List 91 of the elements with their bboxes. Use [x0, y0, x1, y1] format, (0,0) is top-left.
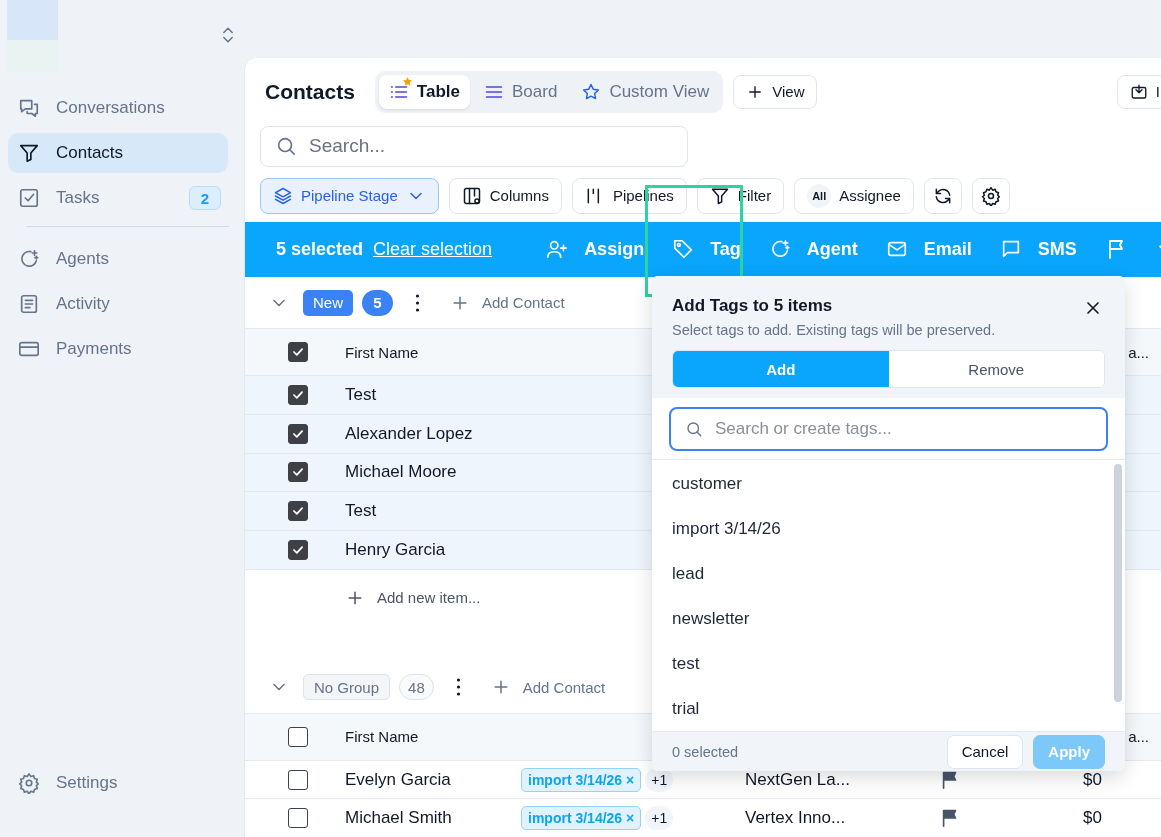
document-icon [18, 293, 40, 315]
more-count: +1 [645, 806, 674, 831]
settings-icon [980, 185, 1001, 206]
checkbox[interactable] [288, 808, 308, 829]
tag-option[interactable]: lead [652, 551, 1111, 596]
nav-item[interactable]: Tasks 2 [8, 178, 228, 218]
checkbox[interactable] [288, 385, 308, 406]
chat-icon [18, 97, 40, 119]
tag-option[interactable]: customer [652, 461, 1111, 506]
settings-button[interactable] [971, 177, 1010, 214]
group-label: No Group [303, 674, 391, 701]
more-icon[interactable] [455, 678, 461, 697]
tag-option[interactable]: import 3/14/26 [652, 506, 1111, 551]
checkbox[interactable] [288, 769, 308, 790]
search-icon [685, 420, 703, 438]
import-icon [1129, 82, 1148, 101]
group-count: 48 [399, 674, 434, 701]
tag-icon [672, 238, 695, 261]
settings-icon [18, 772, 40, 794]
tag-option[interactable]: trial [652, 686, 1111, 731]
funnel-icon [18, 142, 40, 164]
mode-tab[interactable]: Add [673, 351, 889, 387]
nav-item[interactable]: Contacts [8, 133, 228, 173]
search-icon [275, 135, 297, 158]
nav-item[interactable]: Activity [8, 284, 228, 324]
clear-selection-link[interactable]: Clear selection [373, 238, 493, 260]
page-title: Contacts [265, 79, 355, 104]
user-plus-icon [546, 238, 569, 261]
checkbox[interactable] [288, 423, 308, 444]
import-button[interactable]: I [1116, 74, 1161, 109]
checkbox[interactable] [288, 501, 308, 522]
tag-option[interactable]: newsletter [652, 596, 1111, 641]
table-cell-text: Evelyn Garcia [345, 769, 452, 790]
count-badge: 2 [189, 186, 221, 210]
layers-icon [273, 185, 293, 206]
column-header: First Name [345, 343, 420, 361]
tag-search-input[interactable]: Search or create tags... [713, 408, 1092, 450]
view-tab[interactable]: Custom View [571, 74, 720, 109]
table-cell-text: NextGen La... [745, 769, 851, 790]
column-header: First Name [345, 728, 420, 746]
nav-item[interactable]: Agents [8, 239, 228, 279]
table-cell-text: Alexander Lopez [345, 423, 474, 444]
table-cell: $0 [1083, 769, 1102, 790]
action-button[interactable]: Agent [754, 229, 872, 270]
checkbox-icon [18, 187, 40, 209]
add-contact-button[interactable]: Add Contact [442, 286, 573, 319]
popover-title: Add Tags to 5 items [672, 296, 834, 316]
more-icon[interactable] [415, 293, 420, 312]
selected-count: 0 selected [672, 743, 739, 760]
toolbar-button[interactable]: Columns [448, 177, 562, 214]
popover-subtitle: Select tags to add. Existing tags will be preserved. [672, 322, 997, 338]
table-cell-text: Michael Moore [345, 462, 458, 483]
table-cell: $0 [1083, 808, 1102, 829]
view-tab[interactable]: Table [378, 74, 470, 109]
nav-item[interactable]: Settings [8, 763, 228, 803]
dropdown-button[interactable]: Pipeline Stage [260, 177, 439, 214]
nav-item[interactable]: Payments [8, 329, 228, 369]
table-cell-text: Vertex Inno... [745, 808, 847, 829]
star-icon [581, 81, 602, 102]
add-view-button[interactable]: View [733, 74, 818, 109]
table-cell-text: Henry Garcia [345, 539, 447, 560]
selection-count: 5 selected [276, 238, 364, 260]
sparkle-icon [18, 248, 40, 270]
cancel-button[interactable]: Cancel [946, 734, 1024, 769]
refresh-button[interactable] [923, 177, 962, 214]
action-button[interactable]: SMS [985, 229, 1091, 270]
checkbox[interactable] [288, 539, 308, 560]
column-header: a... [1128, 343, 1149, 361]
table-cell-text: Michael Smith [345, 808, 453, 829]
action-button[interactable]: Assign [532, 229, 659, 270]
checkbox[interactable] [288, 726, 308, 747]
action-button[interactable]: Email [871, 229, 986, 270]
group-count: 5 [362, 289, 393, 316]
nav-item[interactable]: Conversations [8, 88, 228, 128]
column-header: a... [1128, 728, 1149, 746]
checkbox[interactable] [288, 462, 308, 483]
add-contact-button[interactable]: Add Contact [482, 671, 614, 704]
table-cell-text: Test [345, 385, 378, 406]
checkbox[interactable] [288, 342, 308, 363]
add-item-button[interactable]: Add new item... [345, 588, 481, 608]
avatar: All [807, 183, 832, 208]
star-badge-icon [401, 75, 413, 87]
tag-option[interactable]: test [652, 641, 1111, 686]
scrollbar[interactable] [1114, 464, 1122, 702]
tag-search-field[interactable]: Search or create tags... [669, 407, 1108, 451]
assignee-button[interactable]: All Assignee [794, 177, 914, 214]
view-tab[interactable]: Board [474, 74, 568, 109]
action-button[interactable]: Tag [658, 229, 755, 270]
group-label: New [303, 289, 353, 316]
table-cell-text: Test [345, 501, 378, 522]
columns-icon [461, 185, 482, 206]
